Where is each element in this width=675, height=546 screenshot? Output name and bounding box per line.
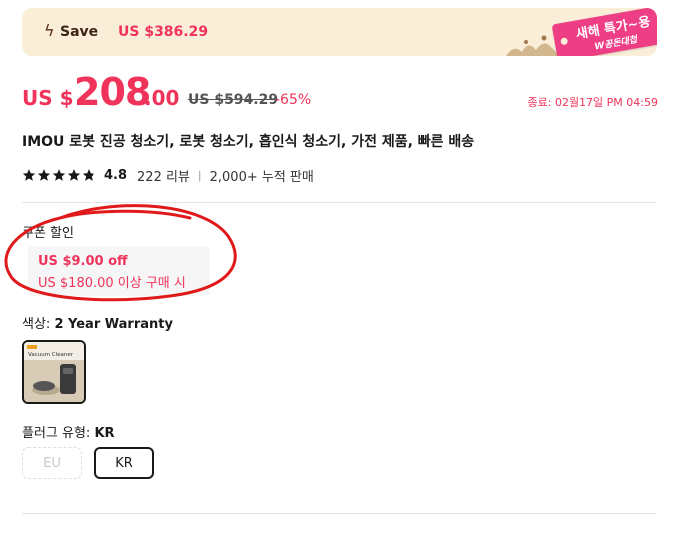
plug-option-kr[interactable]: KR — [94, 447, 154, 479]
save-amount: US $386.29 — [118, 24, 209, 40]
star-icon-partial — [82, 169, 96, 181]
sold-count: 2,000+ 누적 판매 — [209, 169, 314, 185]
save-label: Save — [60, 24, 99, 40]
star-icon — [67, 169, 81, 181]
rating-row: 4.8 222 리뷰 | 2,000+ 누적 판매 — [22, 166, 314, 185]
color-swatch-2-year-warranty[interactable]: Vacuum Cleaner — [22, 340, 86, 404]
separator: | — [197, 168, 202, 182]
rating-score: 4.8 — [104, 167, 128, 183]
color-label-text: 색상: — [22, 317, 55, 332]
star-icon — [22, 169, 36, 181]
divider — [22, 513, 657, 514]
star-icon — [37, 169, 51, 181]
review-count-link[interactable]: 222 리뷰 — [137, 166, 190, 185]
coupon-label: 쿠폰 할인 — [22, 226, 74, 241]
discount-percent: -65% — [275, 92, 312, 108]
color-value: 2 Year Warranty — [54, 317, 173, 332]
thumb-title: Vacuum Cleaner — [28, 352, 74, 358]
plug-label-text: 플러그 유형: — [22, 426, 95, 441]
price-decimal: .00 — [144, 86, 180, 110]
coupon-amount: US $9.00 off — [38, 254, 128, 269]
product-title: IMOU 로봇 진공 청소기, 로봇 청소기, 흡인식 청소기, 가전 제품, … — [22, 134, 475, 150]
price-row: US $ 208 .00 US $594.29 -65% 종료: 02월17일 … — [22, 70, 662, 114]
original-price: US $594.29 — [188, 92, 279, 108]
savings-banner: ϟ Save US $386.29 새해 특가~용 W꽁돈대첩 — [22, 8, 657, 56]
plug-value: KR — [94, 426, 115, 441]
vacuum-cleaner-thumbnail: Vacuum Cleaner — [24, 342, 84, 402]
star-icon — [52, 169, 66, 181]
price-currency: US $ — [22, 86, 74, 110]
coupon-condition: US $180.00 이상 구매 시 — [38, 276, 186, 291]
price-integer: 208 — [74, 70, 151, 114]
color-label: 색상: 2 Year Warranty — [22, 313, 173, 332]
star-rating — [22, 168, 96, 182]
sale-end-time: 종료: 02월17일 PM 04:59 — [527, 96, 659, 109]
coupon-card[interactable]: US $9.00 off US $180.00 이상 구매 시 — [28, 246, 210, 296]
promo-tag[interactable]: 새해 특가~용 W꽁돈대첩 — [551, 8, 657, 56]
divider — [22, 202, 657, 203]
plug-type-label: 플러그 유형: KR — [22, 422, 115, 441]
plug-option-eu[interactable]: EU — [22, 447, 82, 479]
lightning-icon: ϟ — [44, 21, 55, 40]
